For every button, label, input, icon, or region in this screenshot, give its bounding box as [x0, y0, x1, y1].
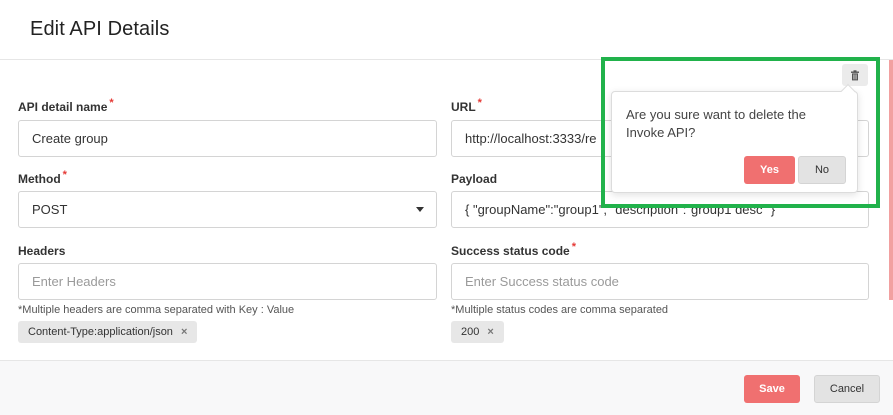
required-mark: *: [62, 169, 67, 181]
confirm-no-button[interactable]: No: [798, 156, 846, 184]
required-mark: *: [109, 97, 114, 109]
modal-footer: Save Cancel: [0, 361, 893, 415]
success-code-hint: *Multiple status codes are comma separat…: [451, 304, 669, 316]
success-code-input[interactable]: Enter Success status code: [451, 263, 869, 300]
header-chip-label: Content-Type:application/json: [28, 326, 173, 338]
save-button[interactable]: Save: [744, 375, 800, 403]
scrollbar[interactable]: [889, 60, 893, 300]
method-select[interactable]: POST: [18, 191, 437, 228]
method-label: Method *: [18, 169, 67, 186]
confirm-yes-button[interactable]: Yes: [744, 156, 795, 184]
chip-remove-icon[interactable]: ×: [181, 326, 187, 338]
success-code-label: Success status code *: [451, 241, 577, 258]
status-code-chip: 200 ×: [451, 321, 504, 343]
modal-title: Edit API Details: [30, 18, 170, 40]
modal-header: Edit API Details: [0, 0, 893, 60]
method-label-text: Method: [18, 172, 61, 186]
status-code-chip-label: 200: [461, 326, 480, 338]
required-mark: *: [571, 241, 577, 253]
required-mark: *: [477, 97, 482, 109]
api-name-input[interactable]: Create group: [18, 120, 437, 157]
delete-confirm-popover: Are you sure want to delete the Invoke A…: [611, 91, 858, 193]
chevron-down-icon: [416, 207, 424, 212]
headers-input[interactable]: Enter Headers: [18, 263, 437, 300]
url-label: URL *: [451, 97, 482, 114]
header-chip: Content-Type:application/json ×: [18, 321, 198, 343]
delete-confirm-message: Are you sure want to delete the Invoke A…: [626, 107, 806, 140]
headers-hint: *Multiple headers are comma separated wi…: [18, 304, 295, 316]
trash-icon: [851, 69, 859, 80]
method-selected-value: POST: [32, 202, 68, 217]
payload-label: Payload: [451, 172, 498, 186]
delete-api-button[interactable]: [842, 64, 868, 86]
payload-input[interactable]: { "groupName":"group1", "description":"g…: [451, 191, 869, 228]
cancel-button[interactable]: Cancel: [814, 375, 880, 403]
headers-label: Headers: [18, 244, 66, 258]
api-name-label: API detail name *: [18, 97, 114, 114]
chip-remove-icon[interactable]: ×: [487, 326, 493, 338]
api-name-label-text: API detail name: [18, 100, 108, 114]
url-label-text: URL: [451, 100, 476, 114]
success-code-label-text: Success status code: [451, 244, 570, 258]
